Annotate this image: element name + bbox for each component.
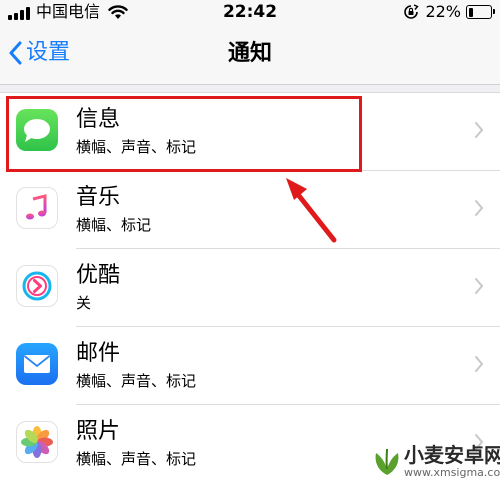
watermark: 小麦安卓网 www.xmsigma.com	[370, 444, 500, 479]
app-name: 音乐	[76, 185, 121, 210]
rotation-lock-icon	[404, 4, 420, 19]
list-item-youku[interactable]: 优酷 关	[0, 249, 500, 327]
app-name: 优酷	[76, 263, 121, 288]
watermark-name: 小麦安卓网	[404, 443, 500, 467]
app-detail: 横幅、标记	[76, 216, 152, 234]
app-detail: 关	[76, 294, 92, 312]
app-detail: 横幅、声音、标记	[76, 450, 197, 468]
youku-icon	[16, 265, 58, 307]
music-icon	[16, 187, 58, 229]
list-item-mail[interactable]: 邮件 横幅、声音、标记	[0, 327, 500, 405]
list-item-music[interactable]: 音乐 横幅、标记	[0, 171, 500, 249]
chevron-right-icon	[475, 356, 484, 372]
battery-icon	[466, 5, 495, 19]
status-right: 22%	[403, 2, 495, 22]
page-title: 通知	[227, 41, 272, 66]
app-name: 照片	[76, 419, 121, 444]
app-name: 邮件	[76, 341, 121, 366]
battery-percent: 22%	[425, 2, 461, 21]
chevron-right-icon	[475, 200, 484, 216]
app-detail: 横幅、声音、标记	[76, 372, 197, 390]
nav-bar: 设置 通知	[0, 26, 500, 85]
chevron-right-icon	[475, 122, 484, 138]
watermark-logo-icon	[375, 448, 399, 475]
photos-icon	[16, 421, 58, 463]
chevron-right-icon	[475, 278, 484, 294]
highlight-box	[6, 96, 362, 172]
watermark-url: www.xmsigma.com	[404, 466, 500, 479]
status-bar: 中国电信 22:42 22%	[0, 0, 500, 26]
mail-icon	[16, 343, 58, 385]
